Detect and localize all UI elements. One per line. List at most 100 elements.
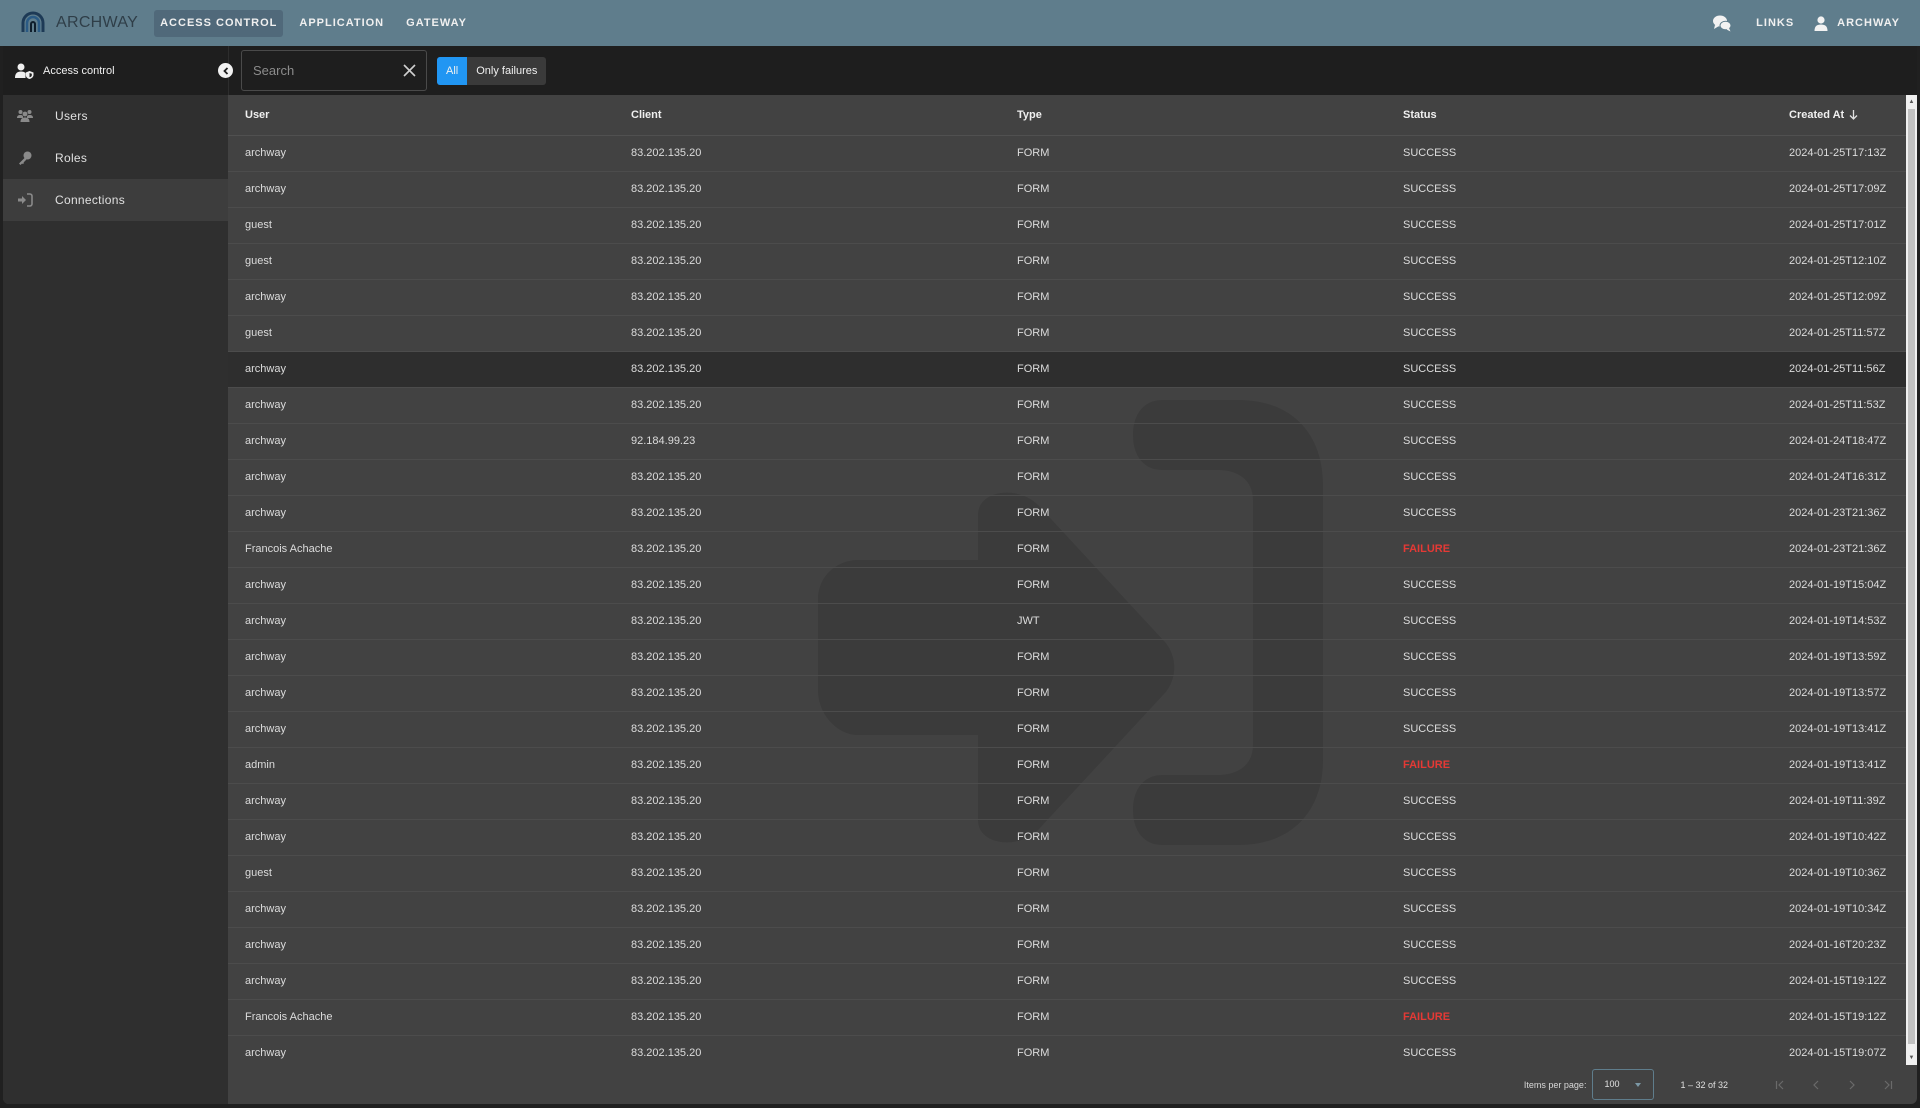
table-header-row: User Client Type Status Created At (228, 95, 1906, 136)
sidebar-item-roles[interactable]: Roles (3, 137, 228, 179)
table-row[interactable]: archway 83.202.135.20 FORM SUCCESS 2024-01-1… (228, 963, 1906, 1000)
links-menu[interactable]: LINKS (1756, 17, 1794, 29)
cell-created-at: 2024-01-15T19:12Z (1772, 963, 1906, 1000)
sidebar-item-users[interactable]: Users (3, 95, 228, 137)
table-row[interactable]: archway 83.202.135.20 FORM SUCCESS 2024-01-1… (228, 783, 1906, 820)
table-row[interactable]: archway 83.202.135.20 FORM SUCCESS 2024-01-2… (228, 387, 1906, 424)
cell-created-at: 2024-01-25T12:09Z (1772, 279, 1906, 316)
scrollbar-thumb[interactable] (1908, 109, 1915, 1044)
search-box (241, 50, 427, 91)
cell-status: SUCCESS (1386, 711, 1772, 748)
first-page-button[interactable] (1762, 1070, 1798, 1100)
search-input[interactable] (253, 63, 393, 78)
filter-toolbar: All Only failures (228, 46, 1917, 95)
table-row[interactable]: archway 83.202.135.20 FORM SUCCESS 2024-01-1… (228, 711, 1906, 748)
table-row[interactable]: archway 92.184.99.23 FORM SUCCESS 2024-01-24… (228, 423, 1906, 460)
clear-search-icon[interactable] (403, 64, 416, 77)
nav-gateway[interactable]: GATEWAY (400, 10, 473, 37)
items-per-page-select[interactable]: 100 (1592, 1069, 1655, 1100)
table-row[interactable]: archway 83.202.135.20 FORM SUCCESS 2024-01-1… (228, 927, 1906, 964)
cell-user: archway (228, 639, 614, 676)
sidebar-title: Access control (43, 64, 115, 77)
table-row[interactable]: archway 83.202.135.20 FORM SUCCESS 2024-01-2… (228, 495, 1906, 532)
nav-application[interactable]: APPLICATION (293, 10, 390, 37)
filter-only-failures-button[interactable]: Only failures (467, 57, 546, 85)
column-header-status[interactable]: Status (1386, 95, 1772, 136)
cell-created-at: 2024-01-16T20:23Z (1772, 927, 1906, 964)
cell-client: 83.202.135.20 (614, 459, 1000, 496)
table-row[interactable]: Francois Achache 83.202.135.20 FORM FAILURE… (228, 999, 1906, 1036)
previous-page-button[interactable] (1798, 1070, 1834, 1100)
column-header-type[interactable]: Type (1000, 95, 1386, 136)
cell-user: archway (228, 963, 614, 1000)
nav-access-control[interactable]: ACCESS CONTROL (154, 9, 284, 37)
user-menu[interactable]: ARCHWAY (1814, 15, 1900, 31)
table-row[interactable]: archway 83.202.135.20 FORM SUCCESS 2024-01-2… (228, 171, 1906, 208)
table-row[interactable]: archway 83.202.135.20 FORM SUCCESS 2024-01-1… (228, 567, 1906, 604)
table-row[interactable]: guest 83.202.135.20 FORM SUCCESS 2024-01-25T… (228, 315, 1906, 352)
sign-in-icon (18, 193, 33, 207)
table-row[interactable]: archway 83.202.135.20 FORM SUCCESS 2024-01-1… (228, 891, 1906, 928)
table-row[interactable]: archway 83.202.135.20 FORM SUCCESS 2024-01-1… (228, 675, 1906, 712)
chevron-right-icon (1849, 1080, 1855, 1089)
collapse-sidebar-button[interactable] (218, 63, 233, 78)
table-row[interactable]: guest 83.202.135.20 FORM SUCCESS 2024-01-25T… (228, 207, 1906, 244)
table-row[interactable]: archway 83.202.135.20 FORM SUCCESS 2024-01-1… (228, 819, 1906, 856)
table-row[interactable]: Francois Achache 83.202.135.20 FORM FAILURE… (228, 531, 1906, 568)
cell-created-at: 2024-01-19T13:41Z (1772, 711, 1906, 748)
brand-logo[interactable]: ARCHWAY (20, 10, 138, 36)
table-row[interactable]: archway 83.202.135.20 FORM SUCCESS 2024-01-1… (228, 639, 1906, 676)
cell-user: archway (228, 603, 614, 640)
cell-type: FORM (1000, 243, 1386, 280)
table-row[interactable]: guest 83.202.135.20 FORM SUCCESS 2024-01-19T… (228, 855, 1906, 892)
table-row[interactable]: archway 83.202.135.20 FORM SUCCESS 2024-01-2… (228, 351, 1906, 388)
cell-user: Francois Achache (228, 999, 614, 1036)
cell-type: FORM (1000, 963, 1386, 1000)
column-header-user[interactable]: User (228, 95, 614, 136)
column-header-client[interactable]: Client (614, 95, 1000, 136)
cell-status: SUCCESS (1386, 171, 1772, 208)
cell-client: 83.202.135.20 (614, 963, 1000, 1000)
vertical-scrollbar[interactable]: ▲ ▼ (1906, 95, 1917, 1065)
table-row[interactable]: archway 83.202.135.20 FORM SUCCESS 2024-01-2… (228, 135, 1906, 172)
scroll-down-arrow-icon[interactable]: ▼ (1908, 1053, 1915, 1063)
cell-type: JWT (1000, 603, 1386, 640)
next-page-button[interactable] (1834, 1070, 1870, 1100)
cell-type: FORM (1000, 351, 1386, 388)
archway-logo-icon (21, 11, 45, 32)
scroll-up-arrow-icon[interactable]: ▲ (1908, 97, 1915, 107)
cell-client: 83.202.135.20 (614, 603, 1000, 640)
chat-icon[interactable] (1712, 13, 1732, 33)
sidebar-item-connections[interactable]: Connections (3, 179, 228, 221)
cell-client: 83.202.135.20 (614, 135, 1000, 172)
cell-client: 83.202.135.20 (614, 855, 1000, 892)
cell-user: archway (228, 135, 614, 172)
cell-user: archway (228, 675, 614, 712)
cell-type: FORM (1000, 423, 1386, 460)
table-row[interactable]: admin 83.202.135.20 FORM FAILURE 2024-01-19T… (228, 747, 1906, 784)
cell-user: archway (228, 279, 614, 316)
connections-table-container: User Client Type Status Created At archw… (228, 95, 1906, 1104)
cell-client: 83.202.135.20 (614, 819, 1000, 856)
cell-created-at: 2024-01-19T13:41Z (1772, 747, 1906, 784)
brand-name: ARCHWAY (56, 14, 139, 31)
user-name: ARCHWAY (1837, 17, 1900, 29)
column-header-created-at[interactable]: Created At (1772, 95, 1906, 136)
page-range-label: 1 – 32 of 32 (1680, 1079, 1728, 1090)
cell-type: FORM (1000, 711, 1386, 748)
items-per-page-value: 100 (1604, 1079, 1620, 1089)
filter-all-button[interactable]: All (437, 57, 468, 85)
cell-created-at: 2024-01-19T10:34Z (1772, 891, 1906, 928)
table-row[interactable]: guest 83.202.135.20 FORM SUCCESS 2024-01-25T… (228, 243, 1906, 280)
top-right-actions: LINKS ARCHWAY (1712, 0, 1900, 46)
cell-type: FORM (1000, 459, 1386, 496)
cell-type: FORM (1000, 531, 1386, 568)
cell-status: SUCCESS (1386, 207, 1772, 244)
cell-created-at: 2024-01-24T18:47Z (1772, 423, 1906, 460)
cell-client: 83.202.135.20 (614, 279, 1000, 316)
table-row[interactable]: archway 83.202.135.20 FORM SUCCESS 2024-01-2… (228, 459, 1906, 496)
cell-client: 83.202.135.20 (614, 351, 1000, 388)
table-row[interactable]: archway 83.202.135.20 JWT SUCCESS 2024-01-19… (228, 603, 1906, 640)
table-row[interactable]: archway 83.202.135.20 FORM SUCCESS 2024-01-2… (228, 279, 1906, 316)
last-page-button[interactable] (1870, 1070, 1906, 1100)
